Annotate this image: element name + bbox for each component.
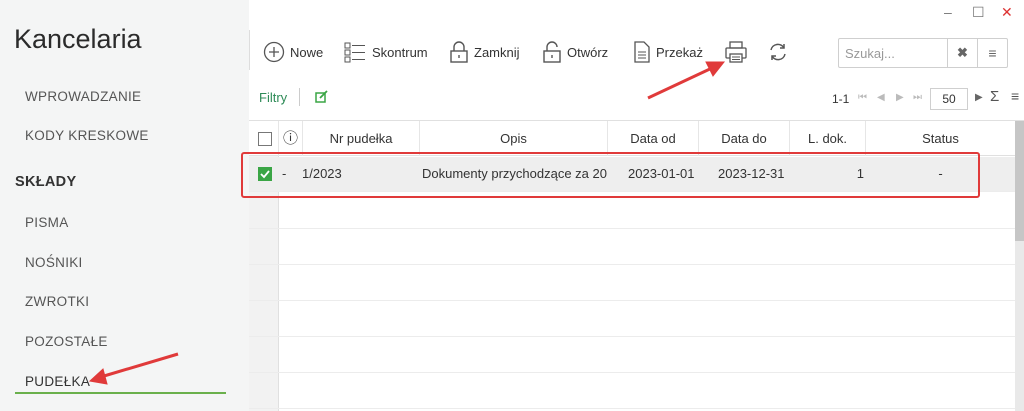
sidebar-item-nosniki[interactable]: NOŚNIKI [25,255,83,270]
select-all-checkbox[interactable] [258,132,272,146]
print-button[interactable] [723,38,749,66]
header-nr[interactable]: Nr pudełka [303,121,420,156]
close-box-button-label: Zamknij [474,44,520,60]
search-menu-icon[interactable]: ≡ [977,39,1007,67]
sidebar-item-zwrotki[interactable]: ZWROTKI [25,294,89,309]
skontrum-button[interactable]: Skontrum [343,38,428,66]
search-box: ✖ ≡ [838,38,1008,68]
open-box-button[interactable]: Otwórz [542,38,608,66]
search-input[interactable] [839,45,947,61]
header-select-all [249,121,279,156]
edit-filter-icon[interactable] [315,90,329,109]
header-data-do[interactable]: Data do [699,121,790,156]
sidebar-item-pozostale[interactable]: POZOSTAŁE [25,334,108,349]
sidebar-item-kody-kreskowe[interactable]: KODY KRESKOWE [25,128,149,143]
row-divider [249,300,1015,301]
active-item-underline [15,392,226,394]
pager-range: 1-1 [832,92,850,106]
lock-open-icon [542,40,562,64]
header-opis[interactable]: Opis [420,121,608,156]
refresh-icon [767,41,789,63]
header-status[interactable]: Status [866,121,1015,156]
document-icon [633,40,651,64]
printer-icon [723,39,749,65]
arrow-to-print-icon [647,61,726,100]
first-page-icon[interactable]: ⏮ [858,92,867,103]
next-page-icon[interactable]: ▶ [896,92,904,103]
header-data-od[interactable]: Data od [608,121,699,156]
close-box-button[interactable]: Zamknij [449,38,520,66]
info-icon[interactable]: ⓘ [279,121,303,156]
sidebar-item-wprowadzanie[interactable]: WPROWADZANIE [25,89,141,104]
header-l-dok[interactable]: L. dok. [790,121,866,156]
transfer-button[interactable]: Przekaż [633,38,703,66]
columns-menu-icon[interactable]: ≡ [1011,88,1019,104]
filter-divider [299,88,300,106]
open-box-button-label: Otwórz [567,44,609,60]
close-window-button[interactable]: ✕ [1001,4,1013,21]
last-page-icon[interactable]: ⏭ [913,92,922,103]
row-highlight-annotation [241,152,980,198]
row-divider [249,372,1015,373]
clear-search-icon[interactable]: ✖ [947,39,977,67]
skontrum-button-label: Skontrum [372,44,428,60]
filters-link[interactable]: Filtry [259,90,287,105]
new-button[interactable]: Nowe [263,38,323,66]
prev-page-icon[interactable]: ◀ [877,92,885,103]
page-size-arrow-icon[interactable]: ▶ [975,92,983,103]
new-button-label: Nowe [290,44,324,60]
row-divider [249,336,1015,337]
sum-icon[interactable]: Σ [990,88,999,105]
sidebar-section-sklady[interactable]: SKŁADY [15,174,76,190]
sidebar-item-pudelka[interactable]: PUDEŁKA [25,374,90,389]
row-divider [249,228,1015,229]
scrollbar-thumb[interactable] [1015,121,1024,241]
sidebar: Kancelaria WPROWADZANIE KODY KRESKOWE SK… [0,0,249,411]
checklist-icon [343,40,367,64]
grid-header: ⓘ Nr pudełka Opis Data od Data do L. dok… [249,121,1015,156]
maximize-button[interactable]: ☐ [972,4,985,21]
minimize-button[interactable]: – [944,4,952,20]
app-title: Kancelaria [14,24,142,54]
grid-scrollbar[interactable] [1015,121,1024,411]
page-size-input[interactable]: 50 [930,88,968,110]
toolbar-divider [249,30,250,70]
row-divider [249,408,1015,409]
row-divider [249,264,1015,265]
refresh-button[interactable] [767,38,789,66]
transfer-button-label: Przekaż [656,44,703,60]
lock-closed-icon [449,40,469,64]
plus-circle-icon [263,41,285,63]
sidebar-item-pisma[interactable]: PISMA [25,215,69,230]
